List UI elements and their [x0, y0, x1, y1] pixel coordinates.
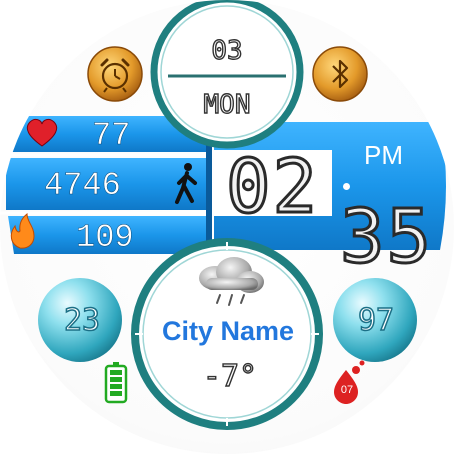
ampm-indicator: PM [364, 140, 403, 170]
weather-temperature: -7° [202, 359, 258, 394]
time-minutes: 35 [338, 194, 434, 280]
date-day-number: 03 [211, 36, 244, 66]
calories-value[interactable]: 109 [76, 221, 134, 254]
time-separator-dot [343, 183, 350, 190]
blood-drop-icon [334, 360, 365, 404]
battery-icon [104, 362, 128, 404]
heart-rate-value[interactable]: 77 [92, 119, 131, 152]
left-ball-value[interactable]: 23 [52, 305, 112, 337]
blood-drop-value: 07 [340, 384, 354, 396]
bluetooth-icon[interactable] [312, 46, 368, 102]
steps-value[interactable]: 4746 [44, 169, 121, 202]
date-ring [150, 0, 304, 149]
watch-face: 03 MON 77 4746 109 PM 02 35 City Name -7… [0, 0, 454, 454]
right-ball-value[interactable]: 97 [346, 305, 406, 337]
date-weekday: MON [203, 90, 251, 120]
weather-city-name[interactable]: City Name [146, 318, 310, 345]
time-hours: 02 [224, 144, 320, 230]
alarm-clock-icon[interactable] [87, 46, 143, 102]
